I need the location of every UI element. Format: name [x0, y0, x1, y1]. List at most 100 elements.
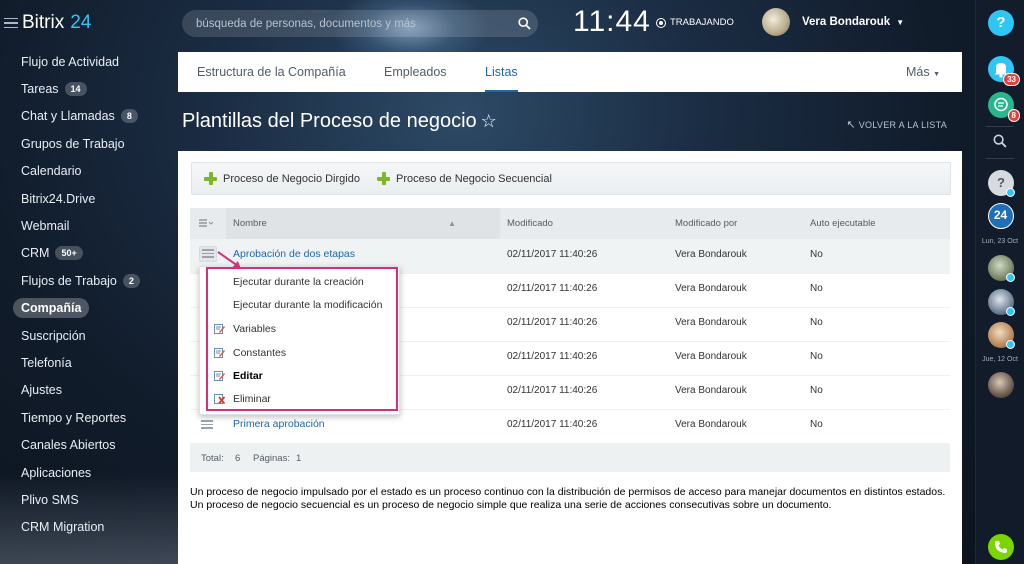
description-sequential-process: Un proceso de negocio secuencial es un p…	[190, 499, 832, 511]
phone-call-button[interactable]	[988, 534, 1014, 560]
column-auto-header[interactable]: Auto ejecutable	[810, 208, 876, 239]
tasks-counter-badge: 14	[64, 82, 87, 97]
star-icon[interactable]: ☆	[481, 111, 497, 131]
auto-run-value: No	[810, 419, 823, 430]
sidebar-item-calendar[interactable]: Calendario	[0, 158, 178, 185]
auto-run-value: No	[810, 351, 823, 362]
user-menu[interactable]: Vera Bondarouk ▼	[762, 8, 904, 36]
menu-item-edit[interactable]: Editar	[200, 364, 399, 387]
add-state-process-button[interactable]: Proceso de Negocio Dirgido	[204, 163, 360, 194]
back-to-list-link[interactable]: ↖ VOLVER A LA LISTA	[846, 118, 947, 131]
sidebar-item-crm-migration[interactable]: CRM Migration	[0, 514, 178, 541]
sidebar-item-chat[interactable]: Chat y Llamadas 8	[0, 103, 178, 130]
column-settings-icon[interactable]	[199, 208, 225, 239]
sidebar-item-open-channels[interactable]: Canales Abiertos	[0, 431, 178, 458]
support-label: 24	[993, 208, 1008, 222]
sidebar-item-time-reports[interactable]: Tiempo y Reportes	[0, 404, 178, 431]
avatar[interactable]	[988, 372, 1014, 398]
search-box	[182, 10, 538, 37]
tab-company-structure[interactable]: Estructura de la Compañía	[197, 52, 346, 92]
column-name-header[interactable]: Nombre ▲	[226, 208, 500, 239]
logo-text[interactable]: Bitrix	[22, 12, 64, 34]
tab-employees[interactable]: Empleados	[384, 52, 447, 92]
menu-item-run-on-modify[interactable]: Ejecutar durante la modificación	[200, 293, 399, 316]
add-state-process-label: Proceso de Negocio Dirgido	[223, 172, 360, 185]
menu-item-label: Editar	[233, 369, 263, 382]
column-modified-by-header[interactable]: Modificado por	[675, 208, 737, 239]
more-tabs-button[interactable]: Más ▼	[906, 52, 940, 92]
sidebar-item-drive[interactable]: Bitrix24.Drive	[0, 185, 178, 212]
menu-item-delete[interactable]: Eliminar	[200, 387, 399, 410]
sidebar-item-crm[interactable]: CRM 50+	[0, 240, 178, 267]
tabs-bar: Estructura de la Compañía Empleados List…	[178, 52, 962, 92]
menu-item-constants[interactable]: Constantes	[200, 341, 399, 364]
modified-date: 02/11/2017 11:40:26	[507, 419, 598, 430]
hamburger-menu-icon[interactable]	[4, 15, 18, 32]
auto-run-value: No	[810, 249, 823, 260]
sidebar-item-tasks[interactable]: Tareas 14	[0, 75, 178, 102]
column-modified-header[interactable]: Modificado	[507, 208, 553, 239]
help-icon[interactable]: ?	[988, 10, 1014, 36]
search-icon[interactable]	[993, 134, 1007, 153]
templates-grid: Nombre ▲ Modificado Modificado por Auto …	[190, 208, 950, 472]
menu-item-variables[interactable]: Variables	[200, 317, 399, 340]
sidebar-item-webmail[interactable]: Webmail	[0, 212, 178, 239]
online-status-icon	[1006, 307, 1015, 316]
row-actions-menu-icon[interactable]	[199, 418, 215, 432]
sidebar-item-company[interactable]: Compañía	[0, 295, 178, 322]
modified-by: Vera Bondarouk	[675, 317, 747, 328]
work-status-label: TRABAJANDO	[670, 17, 734, 28]
avatar[interactable]	[988, 322, 1015, 349]
more-tabs-label: Más	[905, 65, 930, 79]
sidebar-item-label: Tareas	[21, 82, 59, 97]
bitrix24-support-icon[interactable]: 24	[988, 203, 1014, 229]
messages-counter-badge: 8	[1007, 109, 1020, 122]
add-sequential-process-button[interactable]: Proceso de Negocio Secuencial	[377, 163, 552, 194]
sidebar-item-telephony[interactable]: Telefonía	[0, 349, 178, 376]
sidebar-item-plivo-sms[interactable]: Plivo SMS	[0, 486, 178, 513]
sidebar-item-label: Webmail	[21, 219, 70, 234]
logo-number[interactable]: 24	[70, 12, 91, 34]
chevron-down-icon: ▼	[933, 71, 940, 78]
row-actions-menu-icon[interactable]	[199, 246, 217, 262]
clock[interactable]: 11:44	[573, 5, 651, 39]
edit-icon	[214, 371, 225, 381]
avatar[interactable]	[988, 289, 1015, 316]
sidebar-item-label: Suscripción	[21, 328, 86, 343]
sidebar-item-label: Tiempo y Reportes	[21, 410, 127, 425]
tab-lists[interactable]: Listas	[485, 52, 518, 92]
sidebar-item-workgroups[interactable]: Grupos de Trabajo	[0, 130, 178, 157]
chevron-down-icon: ▼	[896, 17, 905, 27]
messenger-icon[interactable]: 8	[988, 92, 1020, 122]
search-icon[interactable]	[510, 10, 538, 37]
sidebar-item-workflows[interactable]: Flujos de Trabajo 2	[0, 267, 178, 294]
sidebar-item-settings[interactable]: Ajustes	[0, 377, 178, 404]
sidebar-item-label: Calendario	[21, 164, 82, 179]
grid-header: Nombre ▲ Modificado Modificado por Auto …	[190, 208, 950, 239]
menu-item-label: Constantes	[233, 346, 287, 359]
online-status-icon	[1006, 188, 1015, 197]
sidebar-item-subscription[interactable]: Suscripción	[0, 322, 178, 349]
modified-date: 02/11/2017 11:40:26	[507, 283, 598, 294]
sidebar-item-label: Ajustes	[21, 383, 62, 398]
avatar	[762, 8, 790, 36]
online-status-icon	[1006, 340, 1015, 349]
back-link-label: VOLVER A LA LISTA	[858, 120, 947, 130]
crm-counter-badge: 50+	[55, 246, 83, 261]
description-state-process: Un proceso de negocio impulsado por el e…	[190, 486, 946, 498]
toolbar: Proceso de Negocio Dirgido Proceso de Ne…	[191, 162, 951, 195]
work-status[interactable]: TRABAJANDO	[656, 17, 734, 28]
plus-icon	[377, 172, 390, 185]
avatar[interactable]	[988, 255, 1015, 282]
sidebar-item-applications[interactable]: Aplicaciones	[0, 459, 178, 486]
pages-count[interactable]: 1	[296, 453, 301, 464]
description: Un proceso de negocio impulsado por el e…	[190, 486, 950, 512]
notifications-counter-badge: 33	[1003, 73, 1020, 86]
date-separator: Lun, 23 Oct	[981, 238, 1019, 245]
notifications-bell-icon[interactable]: 33	[988, 56, 1020, 86]
sidebar-item-activity[interactable]: Flujo de Actividad	[0, 48, 178, 75]
search-input[interactable]	[182, 16, 510, 31]
modified-by: Vera Bondarouk	[675, 351, 747, 362]
sidebar-item-label: Flujos de Trabajo	[21, 273, 117, 288]
avatar[interactable]: ?	[988, 170, 1015, 197]
